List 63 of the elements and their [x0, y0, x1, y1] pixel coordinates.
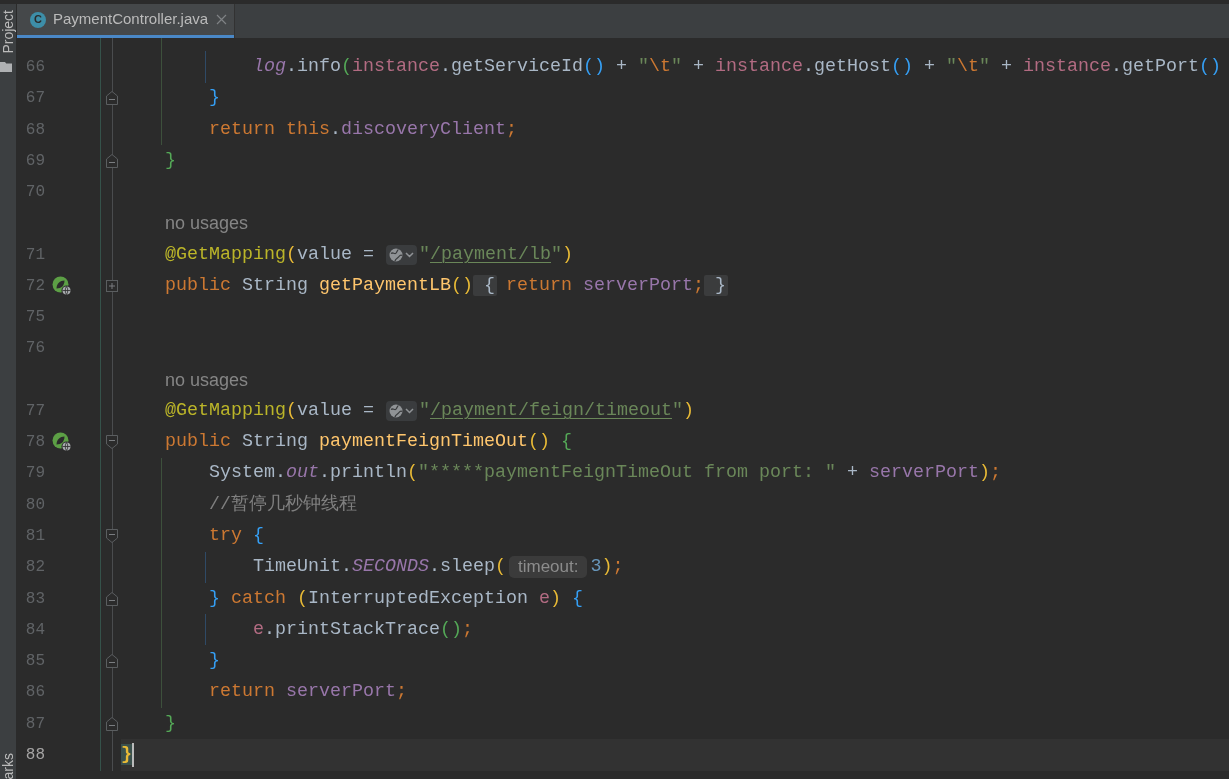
tool-window-button[interactable]: arks: [0, 752, 16, 779]
code-line: }: [165, 711, 176, 736]
text-cursor: [132, 742, 134, 767]
code-line: }: [209, 649, 220, 674]
line-number: 71: [25, 244, 45, 265]
fold-minus-icon[interactable]: [106, 529, 118, 543]
line-number: 81: [25, 526, 45, 546]
code-line: try {: [209, 524, 264, 548]
globe-dropdown-icon[interactable]: [386, 244, 417, 265]
code-line: } catch (InterruptedException e) {: [209, 586, 583, 611]
line-number: 86: [25, 682, 45, 703]
fold-minus-icon[interactable]: [106, 654, 118, 669]
editor-tab[interactable]: C PaymentController.java: [17, 4, 235, 38]
code-line: TimeUnit.SECONDS.sleep(: [253, 555, 506, 580]
tool-window-button[interactable]: Project: [0, 4, 16, 72]
line-number: 87: [25, 713, 45, 734]
code-line: e.printStackTrace();: [253, 617, 473, 642]
line-number: 67: [25, 88, 45, 109]
fold-minus-icon[interactable]: [106, 591, 118, 606]
line-number: 82: [25, 557, 45, 578]
line-number: 78: [25, 432, 45, 453]
line-number: 83: [25, 588, 45, 609]
fold-minus-icon[interactable]: [106, 153, 118, 168]
line-number: 79: [25, 463, 45, 484]
code-line: @GetMapping(value =: [165, 242, 375, 267]
code-line: }: [165, 148, 176, 173]
fold-minus-icon[interactable]: [106, 435, 118, 450]
code-line: public String paymentFeignTimeOut() {: [165, 430, 572, 455]
globe-dropdown-icon[interactable]: [386, 400, 417, 421]
parameter-hint: timeout:: [509, 556, 588, 579]
folder-icon: [0, 61, 12, 72]
fold-plus-icon[interactable]: [106, 279, 118, 292]
code-line: public String getPaymentLB() { return serverPort; }: [165, 273, 726, 298]
code-line: }: [209, 86, 220, 111]
code-line: log.info(instance.getServiceId() + "\t" + instance.getHost() + "\t" + instance.getPort(): [253, 55, 1221, 79]
code-line: return serverPort;: [209, 680, 407, 705]
leaf-globe-icon[interactable]: [52, 432, 72, 453]
line-number: 68: [25, 119, 45, 140]
line-number: 85: [25, 651, 45, 672]
usage-hint[interactable]: no usages: [165, 368, 249, 391]
line-number: 77: [25, 400, 45, 421]
fold-minus-icon[interactable]: [106, 716, 118, 731]
line-number: 69: [25, 150, 45, 171]
class-icon: C: [30, 11, 46, 28]
fold-minus-icon[interactable]: [106, 91, 118, 106]
line-number: 88: [25, 744, 45, 765]
line-number: 75: [25, 307, 45, 328]
code-line: "/payment/feign/timeout"): [419, 398, 694, 423]
code-line: 3);: [590, 555, 624, 580]
close-icon[interactable]: [216, 14, 228, 25]
code-line: System.out.println("*****paymentFeignTimeOut from port: " + serverPort);: [209, 461, 1001, 486]
code-line: //暂停几秒钟线程: [209, 492, 357, 517]
code-line: return this.discoveryClient;: [209, 117, 517, 142]
line-number: 66: [25, 57, 45, 77]
line-number: 72: [25, 275, 45, 296]
line-number: 80: [25, 494, 45, 515]
line-number: 70: [25, 182, 45, 203]
line-number: 76: [25, 338, 45, 359]
usage-hint[interactable]: no usages: [165, 212, 249, 235]
code-line: @GetMapping(value =: [165, 398, 375, 423]
line-number: 84: [25, 619, 45, 640]
leaf-globe-icon[interactable]: [52, 275, 72, 296]
code-line: "/payment/lb"): [419, 242, 573, 267]
